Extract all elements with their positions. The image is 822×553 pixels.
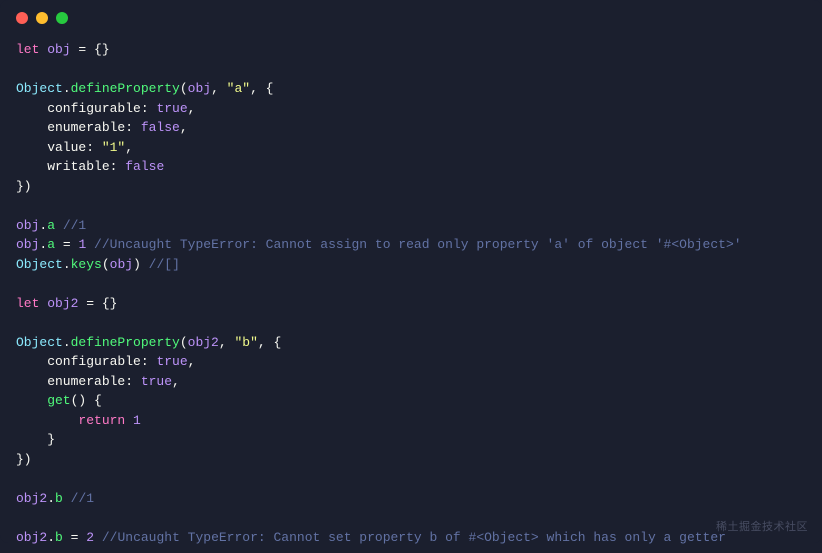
- keyword-let: let: [16, 42, 39, 57]
- method-defineproperty: defineProperty: [71, 335, 180, 350]
- code-text: :: [110, 159, 126, 174]
- identifier-obj2: obj2: [188, 335, 219, 350]
- comment: //Uncaught TypeError: Cannot assign to r…: [86, 237, 741, 252]
- code-text: ,: [188, 354, 196, 369]
- keyword-return: return: [16, 413, 125, 428]
- number-literal: 2: [86, 530, 94, 545]
- number-literal: 1: [125, 413, 141, 428]
- comment: //1: [63, 491, 94, 506]
- property-b: b: [55, 491, 63, 506]
- code-text: , {: [258, 335, 281, 350]
- property-key: enumerable: [16, 374, 125, 389]
- code-text: .: [47, 530, 55, 545]
- code-text: ,: [172, 374, 180, 389]
- close-icon[interactable]: [16, 12, 28, 24]
- boolean-literal: true: [156, 354, 187, 369]
- code-text: ,: [180, 120, 188, 135]
- code-window: let obj = {} Object.defineProperty(obj, …: [0, 0, 822, 543]
- identifier-obj: obj: [188, 81, 211, 96]
- code-text: = {}: [78, 296, 117, 311]
- code-text: ,: [188, 101, 196, 116]
- property-a: a: [47, 237, 55, 252]
- code-text: .: [63, 81, 71, 96]
- code-text: :: [141, 354, 157, 369]
- getter: get: [16, 393, 71, 408]
- comment: //Uncaught TypeError: Cannot set propert…: [94, 530, 726, 545]
- identifier-obj: obj: [16, 237, 39, 252]
- code-text: (: [180, 335, 188, 350]
- boolean-literal: false: [125, 159, 164, 174]
- string-literal: "b": [234, 335, 257, 350]
- identifier-obj2: obj2: [16, 530, 47, 545]
- identifier-obj: obj: [47, 42, 70, 57]
- code-text: , {: [250, 81, 273, 96]
- keyword-let: let: [16, 296, 39, 311]
- property-key: value: [16, 140, 86, 155]
- code-text: (: [180, 81, 188, 96]
- maximize-icon[interactable]: [56, 12, 68, 24]
- code-text: =: [55, 237, 78, 252]
- code-text: :: [86, 140, 102, 155]
- code-text: :: [125, 120, 141, 135]
- identifier-object: Object: [16, 257, 63, 272]
- code-text: ,: [125, 140, 133, 155]
- property-a: a: [47, 218, 55, 233]
- code-text: .: [47, 491, 55, 506]
- property-key: configurable: [16, 101, 141, 116]
- string-literal: "a": [227, 81, 250, 96]
- code-text: ): [133, 257, 141, 272]
- comment: //1: [55, 218, 86, 233]
- code-block: let obj = {} Object.defineProperty(obj, …: [0, 34, 822, 553]
- code-text: = {}: [71, 42, 110, 57]
- identifier-object: Object: [16, 335, 63, 350]
- code-text: (: [102, 257, 110, 272]
- code-text: :: [141, 101, 157, 116]
- code-text: }: [16, 432, 55, 447]
- code-text: }): [16, 452, 32, 467]
- method-defineproperty: defineProperty: [71, 81, 180, 96]
- code-text: .: [63, 335, 71, 350]
- identifier-obj: obj: [16, 218, 39, 233]
- code-text: }): [16, 179, 32, 194]
- boolean-literal: false: [141, 120, 180, 135]
- code-text: =: [63, 530, 86, 545]
- string-literal: "1": [102, 140, 125, 155]
- window-titlebar: [0, 12, 822, 34]
- watermark: 稀土掘金技术社区: [716, 519, 808, 536]
- code-text: :: [125, 374, 141, 389]
- identifier-obj: obj: [110, 257, 133, 272]
- boolean-literal: true: [141, 374, 172, 389]
- code-text: .: [63, 257, 71, 272]
- code-text: ,: [219, 335, 235, 350]
- code-text: () {: [71, 393, 102, 408]
- property-key: enumerable: [16, 120, 125, 135]
- comment: //[]: [141, 257, 180, 272]
- property-key: configurable: [16, 354, 141, 369]
- code-text: ,: [211, 81, 227, 96]
- boolean-literal: true: [156, 101, 187, 116]
- identifier-obj2: obj2: [16, 491, 47, 506]
- method-keys: keys: [71, 257, 102, 272]
- property-key: writable: [16, 159, 110, 174]
- property-b: b: [55, 530, 63, 545]
- minimize-icon[interactable]: [36, 12, 48, 24]
- identifier-obj2: obj2: [39, 296, 78, 311]
- identifier-object: Object: [16, 81, 63, 96]
